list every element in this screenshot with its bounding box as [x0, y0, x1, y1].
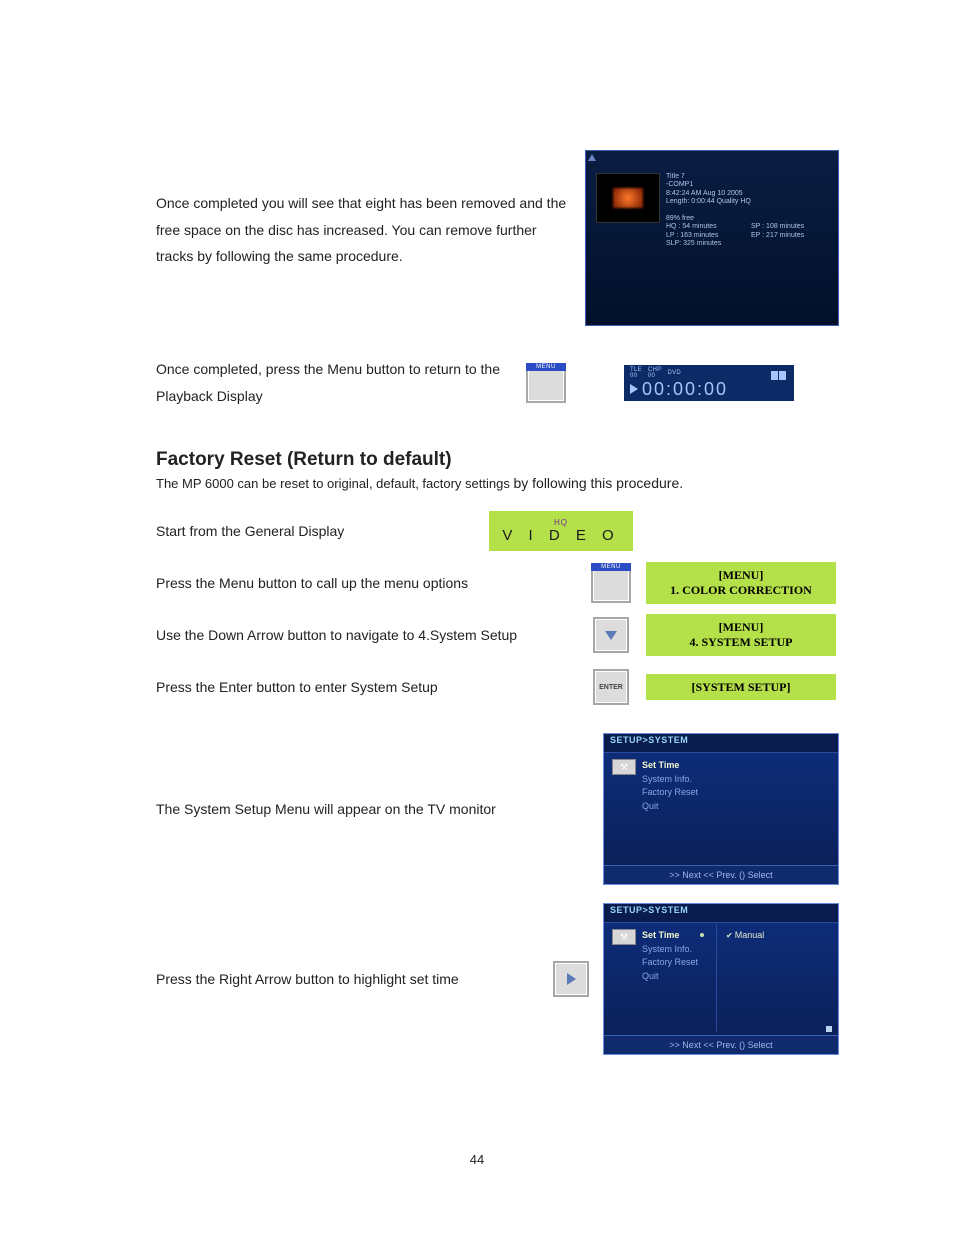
tool-icon: ⚒: [612, 759, 636, 775]
setup-item-system-info: System Info.: [642, 943, 698, 957]
free-hq: HQ : 54 minutes: [666, 223, 743, 231]
playback-length: Length: 0:00:44 Quality HQ: [666, 198, 828, 206]
figure-general-display: HQ V I D E O: [489, 511, 633, 551]
video-hq-label: HQ: [554, 518, 568, 527]
bar2-line1: [MENU]: [719, 620, 764, 635]
free-space-label: 89% free: [666, 215, 828, 223]
enter-button-icon: ENTER: [593, 669, 629, 705]
section-intro: The MP 6000 can be reset to original, de…: [156, 475, 839, 491]
scroll-indicator-icon: [826, 1026, 832, 1032]
dvd-label: DVD: [667, 370, 681, 376]
video-label: V I D E O: [502, 527, 619, 544]
setup-item-quit: Quit: [642, 800, 698, 814]
setup-item-quit: Quit: [642, 970, 698, 984]
play-icon: [630, 384, 638, 394]
intro-part-b: by following this procedure.: [513, 475, 683, 491]
free-slp: SLP: 325 minutes: [666, 240, 743, 248]
system-setup-label: [SYSTEM SETUP]: [646, 674, 836, 700]
step-6-text: Press the Right Arrow button to highligh…: [156, 971, 539, 987]
setup-divider: [716, 924, 717, 1032]
bar1-line1: [MENU]: [719, 568, 764, 583]
setup-titlebar: SETUP>SYSTEM: [604, 904, 838, 923]
figure-dvd-counter: TLE00 CHP00 DVD 00:00:00: [624, 365, 794, 401]
enter-label: ENTER: [599, 684, 623, 691]
setup-item-set-time: Set Time: [642, 759, 698, 773]
setup-item-factory-reset: Factory Reset: [642, 956, 698, 970]
playback-thumbnail: [596, 173, 660, 223]
setup-item-factory-reset: Factory Reset: [642, 786, 698, 800]
menu-button-icon: MENU: [591, 563, 631, 603]
menu-label-color-correction: [MENU] 1. COLOR CORRECTION: [646, 562, 836, 604]
dvd-time-counter: 00:00:00: [642, 379, 728, 400]
dolby-icon: [771, 367, 786, 385]
figure-playback-display: Title 7 -COMP1 8:42:24 AM Aug 10 2005 Le…: [585, 150, 839, 326]
tool-icon: ⚒: [612, 929, 636, 945]
setup-menu-list: Set Time System Info. Factory Reset Quit: [642, 929, 698, 983]
step-2-text: Press the Menu button to call up the men…: [156, 575, 579, 591]
menu-tag-label: MENU: [526, 363, 566, 371]
page-number: 44: [0, 1152, 954, 1167]
bar3-line: [SYSTEM SETUP]: [691, 680, 790, 695]
playback-timestamp: 8:42:24 AM Aug 10 2005: [666, 190, 828, 198]
setup-titlebar: SETUP>SYSTEM: [604, 734, 838, 753]
arrow-down-icon: [605, 631, 617, 640]
step-4-text: Press the Enter button to enter System S…: [156, 679, 579, 695]
right-arrow-button-icon: [553, 961, 589, 997]
menu-button-icon: MENU: [526, 363, 566, 403]
nav-marker-icon: [588, 154, 596, 161]
free-sp: SP : 108 minutes: [751, 223, 828, 231]
section-heading: Factory Reset (Return to default): [156, 449, 839, 471]
playback-comp: -COMP1: [666, 181, 828, 189]
bar2-line2: 4. SYSTEM SETUP: [689, 635, 792, 650]
figure-system-setup-2: SETUP>SYSTEM ⚒ Set Time System Info. Fac…: [603, 903, 839, 1055]
paragraph-remove-track: Once completed you will see that eight h…: [156, 150, 567, 270]
setup-item-set-time: Set Time: [642, 929, 698, 943]
dvd-tle-value: 00: [630, 373, 637, 379]
figure-system-setup-1: SETUP>SYSTEM ⚒ Set Time System Info. Fac…: [603, 733, 839, 885]
arrow-right-icon: [567, 973, 576, 985]
menu-tag-label: MENU: [591, 563, 631, 571]
down-arrow-button-icon: [593, 617, 629, 653]
step-3-text: Use the Down Arrow button to navigate to…: [156, 627, 579, 643]
step-5-text: The System Setup Menu will appear on the…: [156, 801, 539, 817]
free-lp: LP : 163 minutes: [666, 232, 743, 240]
setup-menu-list: Set Time System Info. Factory Reset Quit: [642, 759, 698, 813]
free-ep: EP : 217 minutes: [751, 232, 828, 240]
setup-manual-option: Manual: [726, 930, 764, 940]
menu-label-system-setup: [MENU] 4. SYSTEM SETUP: [646, 614, 836, 656]
playback-title: Title 7: [666, 173, 828, 181]
intro-part-a: The MP 6000 can be reset to original, de…: [156, 476, 513, 491]
setup-footer: >> Next << Prev. () Select: [604, 865, 838, 884]
setup-footer: >> Next << Prev. () Select: [604, 1035, 838, 1054]
bar1-line2: 1. COLOR CORRECTION: [670, 583, 812, 598]
paragraph-return-playback: Once completed, press the Menu button to…: [156, 356, 526, 409]
setup-item-system-info: System Info.: [642, 773, 698, 787]
